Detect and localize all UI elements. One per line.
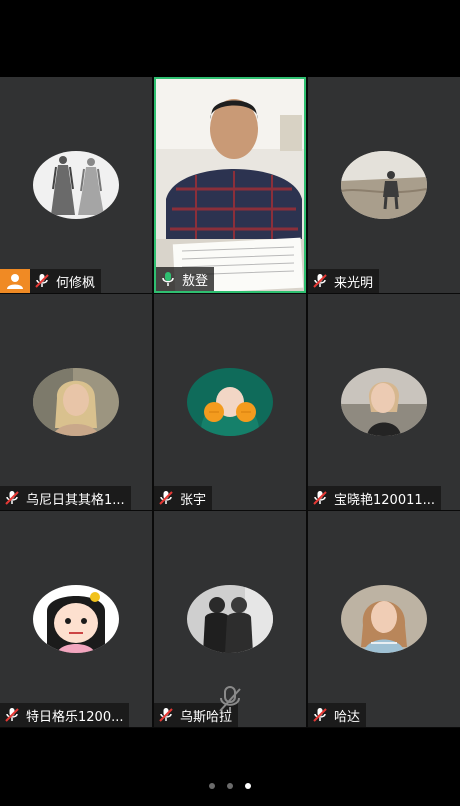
participant-avatar: [33, 151, 119, 219]
participant-tile[interactable]: 何修枫: [0, 77, 152, 293]
name-tag: 哈达: [308, 703, 367, 727]
participant-tile[interactable]: 来光明: [308, 77, 460, 293]
participant-avatar: [341, 151, 427, 219]
video-feed: [156, 79, 304, 291]
participant-tile-active-speaker[interactable]: 敖登: [154, 77, 306, 293]
participant-avatar: [187, 368, 273, 436]
name-tag: 敖登: [156, 267, 215, 291]
mic-muted-icon: [35, 274, 49, 288]
name-tag: 特日格乐1200...: [0, 703, 130, 727]
participant-tile[interactable]: 宝晓艳120011...: [308, 294, 460, 510]
mic-muted-icon[interactable]: [216, 685, 244, 715]
participant-avatar: [341, 585, 427, 653]
name-tag: 何修枫: [30, 269, 102, 293]
mic-muted-icon: [5, 491, 19, 505]
name-tag: 张宇: [154, 486, 213, 510]
mic-muted-icon: [5, 708, 19, 722]
name-tag: 宝晓艳120011...: [308, 486, 442, 510]
participant-name: 哈达: [334, 709, 361, 725]
name-tag: 来光明: [308, 269, 380, 293]
page-indicator[interactable]: [0, 783, 460, 789]
participant-avatar: [341, 368, 427, 436]
page-dot[interactable]: [209, 783, 215, 789]
participant-tile[interactable]: 哈达: [308, 511, 460, 727]
mic-muted-icon: [159, 708, 173, 722]
page-dot-active[interactable]: [245, 783, 251, 789]
mic-muted-icon: [159, 491, 173, 505]
participant-name: 何修枫: [56, 275, 96, 291]
mic-on-icon: [162, 272, 174, 286]
participant-name: 来光明: [334, 275, 374, 291]
host-badge: [0, 269, 30, 293]
participant-name: 张宇: [180, 492, 207, 508]
participant-tile[interactable]: 特日格乐1200...: [0, 511, 152, 727]
participant-avatar: [33, 368, 119, 436]
participant-grid: 何修枫 敖登 来光明 乌尼日其其格1... 张宇 宝晓艳120011... 特日…: [0, 77, 460, 728]
participant-name: 乌尼日其其格1...: [26, 492, 125, 508]
participant-name: 特日格乐1200...: [26, 709, 124, 725]
mic-muted-icon: [313, 491, 327, 505]
name-tag: 乌尼日其其格1...: [0, 486, 131, 510]
participant-avatar: [187, 585, 273, 653]
page-dot[interactable]: [227, 783, 233, 789]
participant-tile[interactable]: 乌尼日其其格1...: [0, 294, 152, 510]
mic-muted-icon: [313, 708, 327, 722]
person-icon: [7, 274, 23, 289]
mic-muted-icon: [313, 274, 327, 288]
participant-avatar: [33, 585, 119, 653]
participant-tile[interactable]: 张宇: [154, 294, 306, 510]
participant-name: 宝晓艳120011...: [334, 492, 436, 508]
participant-name: 敖登: [182, 273, 209, 289]
